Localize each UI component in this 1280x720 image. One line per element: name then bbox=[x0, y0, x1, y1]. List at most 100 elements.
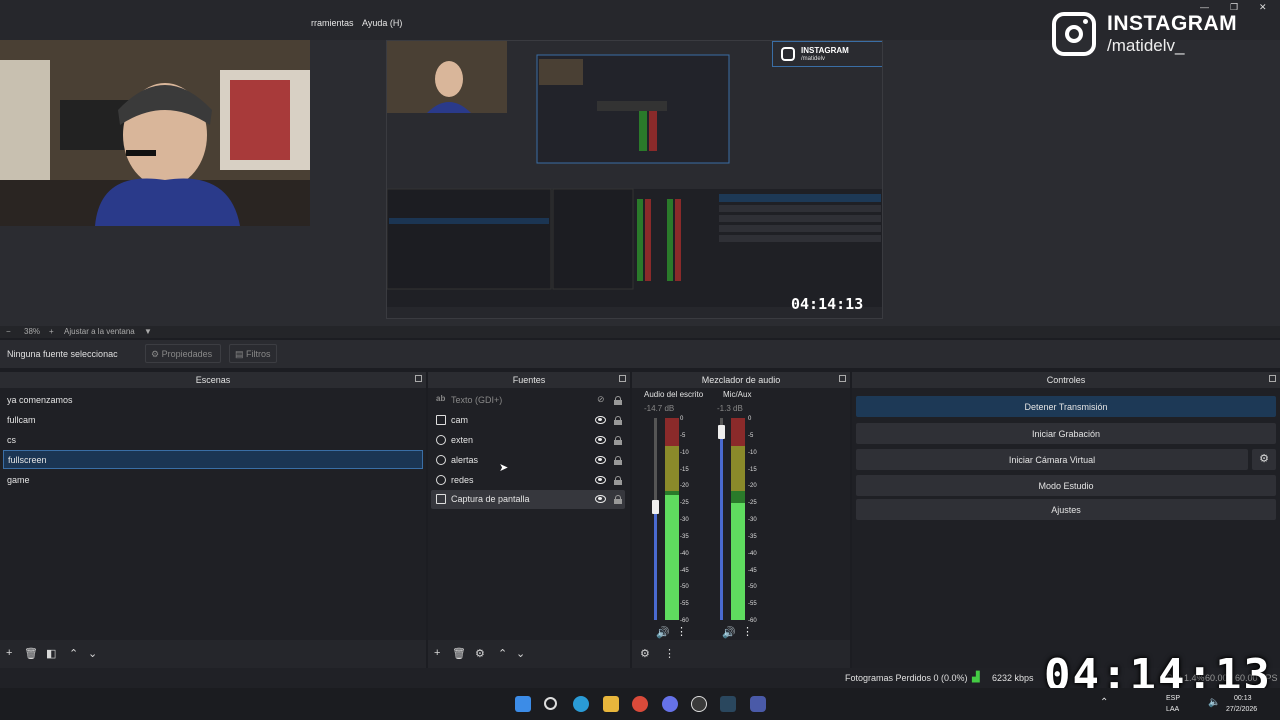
add-source-icon[interactable]: + bbox=[434, 647, 440, 659]
speaker-icon[interactable]: 🔊 bbox=[656, 626, 670, 639]
db-tick-label: -15 bbox=[748, 466, 757, 473]
source-label: redes bbox=[451, 475, 474, 485]
mini-instagram-handle: /matidelv bbox=[801, 56, 826, 62]
speaker-icon[interactable]: 🔊 bbox=[722, 626, 736, 639]
db-tick-label: -35 bbox=[680, 533, 689, 540]
source-item[interactable]: exten bbox=[431, 431, 625, 450]
windows-start-icon[interactable] bbox=[515, 696, 531, 712]
clock-date[interactable]: 27/2/2026 bbox=[1226, 706, 1257, 713]
scene-item-active[interactable]: fullscreen bbox=[3, 450, 423, 469]
folder-icon[interactable] bbox=[603, 696, 619, 712]
properties-button[interactable]: ⚙ Propiedades bbox=[145, 344, 221, 363]
steam-icon[interactable] bbox=[720, 696, 736, 712]
volume-fader[interactable] bbox=[718, 418, 725, 620]
db-tick-label: -15 bbox=[680, 466, 689, 473]
remove-scene-icon[interactable]: 🗑 bbox=[24, 647, 38, 660]
add-scene-icon[interactable]: + bbox=[6, 647, 12, 659]
settings-app-icon[interactable] bbox=[750, 696, 766, 712]
eye-icon[interactable] bbox=[595, 436, 606, 444]
filters-button[interactable]: ▤ Filtros bbox=[229, 344, 277, 363]
float-dock-icon[interactable] bbox=[839, 375, 846, 382]
menu-help[interactable]: Ayuda (H) bbox=[362, 18, 402, 28]
eye-icon[interactable] bbox=[595, 476, 606, 484]
more-options-icon[interactable]: ⋮ bbox=[664, 647, 675, 660]
zoom-in-button[interactable]: + bbox=[49, 327, 54, 336]
move-up-icon[interactable]: ⌃ bbox=[69, 647, 78, 660]
tray-chevron-icon[interactable]: ⌃ bbox=[1100, 697, 1108, 708]
settings-button[interactable]: Ajustes bbox=[856, 499, 1276, 520]
eye-icon[interactable] bbox=[595, 416, 606, 424]
edge-icon[interactable] bbox=[573, 696, 589, 712]
mini-instagram-title: INSTAGRAM bbox=[801, 46, 849, 55]
fader-handle[interactable] bbox=[718, 425, 725, 440]
lock-icon[interactable] bbox=[614, 456, 622, 465]
discord-icon[interactable] bbox=[662, 696, 678, 712]
lock-icon[interactable] bbox=[614, 396, 622, 405]
studio-mode-button[interactable]: Modo Estudio bbox=[856, 475, 1276, 496]
float-dock-icon[interactable] bbox=[619, 375, 626, 382]
instagram-icon bbox=[1052, 12, 1096, 56]
db-tick-label: -55 bbox=[748, 601, 757, 608]
lock-icon[interactable] bbox=[614, 476, 622, 485]
fit-window-button[interactable]: Ajustar a la ventana bbox=[64, 327, 135, 336]
virtual-camera-settings-button[interactable]: ⚙ bbox=[1252, 449, 1276, 470]
source-properties-icon[interactable]: ⚙ bbox=[475, 647, 485, 660]
preview-area[interactable]: INSTAGRAM /matidelv 04:14:13 bbox=[0, 40, 1280, 326]
eye-hidden-icon[interactable]: ⊘ bbox=[597, 394, 605, 405]
fader-handle[interactable] bbox=[652, 499, 659, 514]
lock-icon[interactable] bbox=[614, 495, 622, 504]
volume-icon[interactable]: 🔈 bbox=[1208, 697, 1220, 708]
move-down-icon[interactable]: ⌄ bbox=[88, 647, 97, 660]
scene-filters-icon[interactable]: ◧ bbox=[46, 647, 56, 660]
controls-title-label: Controles bbox=[1046, 375, 1086, 385]
db-tick-label: -20 bbox=[748, 483, 757, 490]
float-dock-icon[interactable] bbox=[1269, 375, 1276, 382]
volume-fader[interactable] bbox=[652, 418, 659, 620]
eye-icon[interactable] bbox=[595, 495, 606, 503]
menu-tools[interactable]: rramientas bbox=[311, 18, 354, 28]
source-item[interactable]: redes bbox=[431, 471, 625, 490]
mixer-toolbar: ⚙ ⋮ bbox=[632, 640, 850, 668]
clock-time[interactable]: 00:13 bbox=[1234, 695, 1252, 702]
scene-item[interactable]: game bbox=[3, 471, 423, 490]
db-tick-label: -25 bbox=[680, 500, 689, 507]
lock-icon[interactable] bbox=[614, 416, 622, 425]
globe-icon bbox=[436, 475, 446, 485]
lock-icon[interactable] bbox=[614, 436, 622, 445]
level-meter bbox=[731, 418, 745, 620]
scene-item[interactable]: cs bbox=[3, 431, 423, 450]
source-item[interactable]: ab Texto (GDI+) ⊘ bbox=[431, 391, 625, 410]
scene-item[interactable]: fullcam bbox=[3, 411, 423, 430]
stop-stream-button[interactable]: Detener Transmisión bbox=[856, 396, 1276, 417]
globe-icon bbox=[436, 435, 446, 445]
float-dock-icon[interactable] bbox=[415, 375, 422, 382]
text-icon: ab bbox=[436, 394, 446, 403]
chevron-down-icon[interactable]: ▼ bbox=[144, 327, 152, 336]
source-item[interactable]: alertas bbox=[431, 451, 625, 470]
more-options-icon[interactable]: ⋮ bbox=[742, 625, 753, 638]
dropped-frames: Fotogramas Perdidos 0 (0.0%) bbox=[845, 673, 968, 683]
zoom-bar: − 38% + Ajustar a la ventana ▼ bbox=[0, 326, 1280, 338]
db-tick-label: -50 bbox=[680, 584, 689, 591]
eye-icon[interactable] bbox=[595, 456, 606, 464]
start-recording-button[interactable]: Iniciar Grabación bbox=[856, 423, 1276, 444]
move-up-icon[interactable]: ⌃ bbox=[498, 647, 507, 660]
source-item-active[interactable]: Captura de pantalla bbox=[431, 490, 625, 509]
start-virtual-camera-button[interactable]: Iniciar Cámara Virtual bbox=[856, 449, 1248, 470]
db-tick-label: -40 bbox=[680, 550, 689, 557]
advanced-audio-icon[interactable]: ⚙ bbox=[640, 647, 650, 660]
db-tick-label: 0 bbox=[680, 416, 684, 422]
search-icon[interactable] bbox=[544, 697, 557, 710]
move-down-icon[interactable]: ⌄ bbox=[516, 647, 525, 660]
zoom-out-button[interactable]: − bbox=[6, 327, 11, 336]
source-label: alertas bbox=[451, 455, 479, 465]
more-options-icon[interactable]: ⋮ bbox=[676, 625, 687, 638]
scene-item[interactable]: ya comenzamos bbox=[3, 391, 423, 410]
controls-dock: Controles Detener Transmisión Iniciar Gr… bbox=[852, 372, 1280, 668]
preview-canvas[interactable]: INSTAGRAM /matidelv 04:14:13 bbox=[386, 40, 883, 319]
chrome-icon[interactable] bbox=[632, 696, 648, 712]
source-item[interactable]: cam bbox=[431, 411, 625, 430]
obs-icon[interactable] bbox=[691, 696, 707, 712]
remove-source-icon[interactable]: 🗑 bbox=[452, 647, 466, 660]
keyboard-lang[interactable]: ESP bbox=[1166, 695, 1180, 702]
